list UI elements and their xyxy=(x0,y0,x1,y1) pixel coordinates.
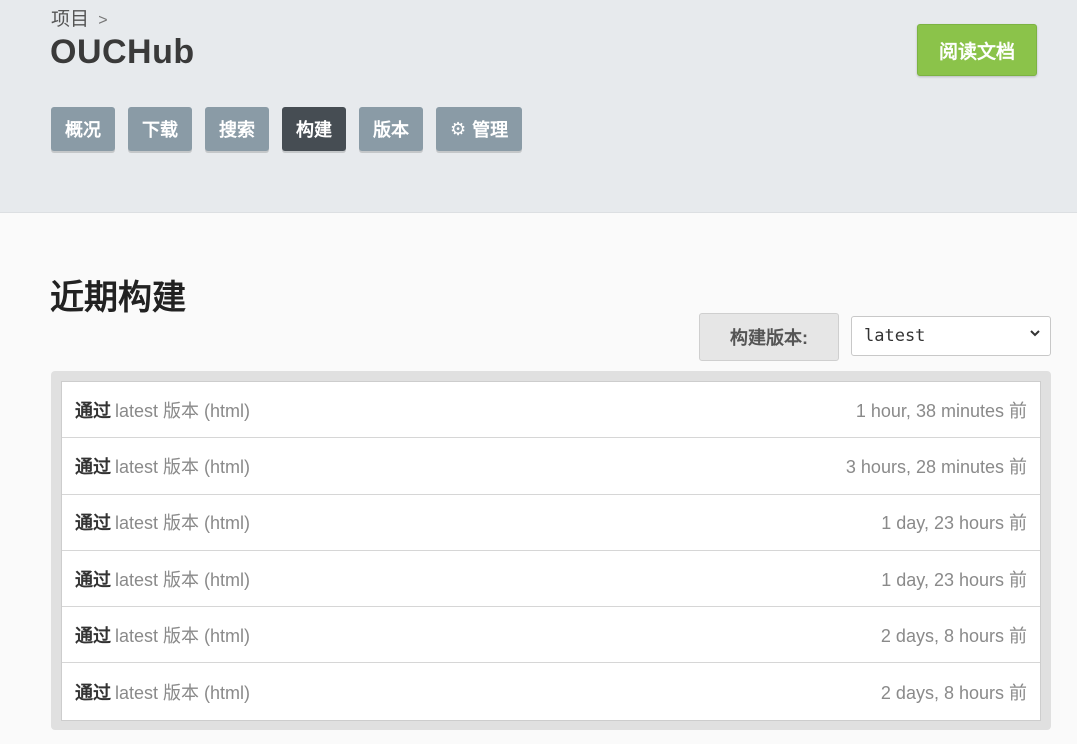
breadcrumb-separator: > xyxy=(98,12,108,29)
builds-list: 通过 latest 版本 (html) 1 hour, 38 minutes 前 … xyxy=(61,381,1041,721)
version-select[interactable]: latest xyxy=(851,316,1051,356)
nav-downloads-button[interactable]: 下载 xyxy=(128,107,192,151)
build-status: 通过 xyxy=(75,456,111,477)
breadcrumb-projects-link[interactable]: 项目 xyxy=(51,9,89,30)
build-row[interactable]: 通过 latest 版本 (html) 2 days, 8 hours 前 xyxy=(62,607,1040,664)
nav-versions-label: 版本 xyxy=(373,120,409,140)
breadcrumb: 项目 > xyxy=(51,8,108,33)
nav-admin-button[interactable]: ⚙ 管理 xyxy=(436,107,523,151)
nav-versions-button[interactable]: 版本 xyxy=(359,107,423,151)
build-row[interactable]: 通过 latest 版本 (html) 1 day, 23 hours 前 xyxy=(62,495,1040,551)
build-description: latest 版本 (html) xyxy=(115,625,251,646)
read-docs-button[interactable]: 阅读文档 xyxy=(917,24,1037,76)
nav-search-button[interactable]: 搜索 xyxy=(205,107,269,151)
build-status: 通过 xyxy=(75,682,111,703)
nav-search-label: 搜索 xyxy=(219,120,255,140)
build-description: latest 版本 (html) xyxy=(115,456,251,477)
build-time: 1 day, 23 hours 前 xyxy=(881,569,1027,590)
project-title: OUCHub xyxy=(50,33,195,71)
build-description: latest 版本 (html) xyxy=(115,569,251,590)
version-select-value: latest xyxy=(864,326,926,346)
project-nav: 概况 下载 搜索 构建 版本 ⚙ 管理 xyxy=(51,107,535,151)
build-row[interactable]: 通过 latest 版本 (html) 1 hour, 38 minutes 前 xyxy=(62,382,1040,439)
builds-panel: 通过 latest 版本 (html) 1 hour, 38 minutes 前 … xyxy=(51,371,1051,730)
nav-builds-label: 构建 xyxy=(296,120,332,140)
recent-builds-title: 近期构建 xyxy=(50,279,186,317)
build-status: 通过 xyxy=(75,513,111,534)
build-version-button[interactable]: 构建版本: xyxy=(699,313,839,361)
build-time: 2 days, 8 hours 前 xyxy=(880,625,1027,646)
build-time: 1 day, 23 hours 前 xyxy=(881,513,1027,534)
build-description: latest 版本 (html) xyxy=(115,400,251,421)
build-description: latest 版本 (html) xyxy=(115,513,251,534)
nav-overview-label: 概况 xyxy=(65,120,101,140)
build-time: 3 hours, 28 minutes 前 xyxy=(845,456,1027,477)
build-time: 1 hour, 38 minutes 前 xyxy=(855,400,1027,421)
build-row[interactable]: 通过 latest 版本 (html) 3 hours, 28 minutes 前 xyxy=(62,438,1040,495)
build-status: 通过 xyxy=(75,569,111,590)
nav-admin-label: 管理 xyxy=(472,120,509,140)
gear-icon: ⚙ xyxy=(450,118,467,139)
chevron-down-icon xyxy=(1030,330,1040,337)
build-status: 通过 xyxy=(75,625,111,646)
nav-builds-button[interactable]: 构建 xyxy=(282,107,346,151)
build-status: 通过 xyxy=(75,400,111,421)
build-description: latest 版本 (html) xyxy=(115,682,251,703)
build-row[interactable]: 通过 latest 版本 (html) 1 day, 23 hours 前 xyxy=(62,551,1040,608)
build-row[interactable]: 通过 latest 版本 (html) 2 days, 8 hours 前 xyxy=(62,663,1040,719)
nav-downloads-label: 下载 xyxy=(142,120,178,140)
build-time: 2 days, 8 hours 前 xyxy=(880,682,1027,703)
nav-overview-button[interactable]: 概况 xyxy=(51,107,115,151)
project-header: 项目 > OUCHub 阅读文档 概况 下载 搜索 构建 版本 ⚙ 管理 xyxy=(0,0,1077,213)
